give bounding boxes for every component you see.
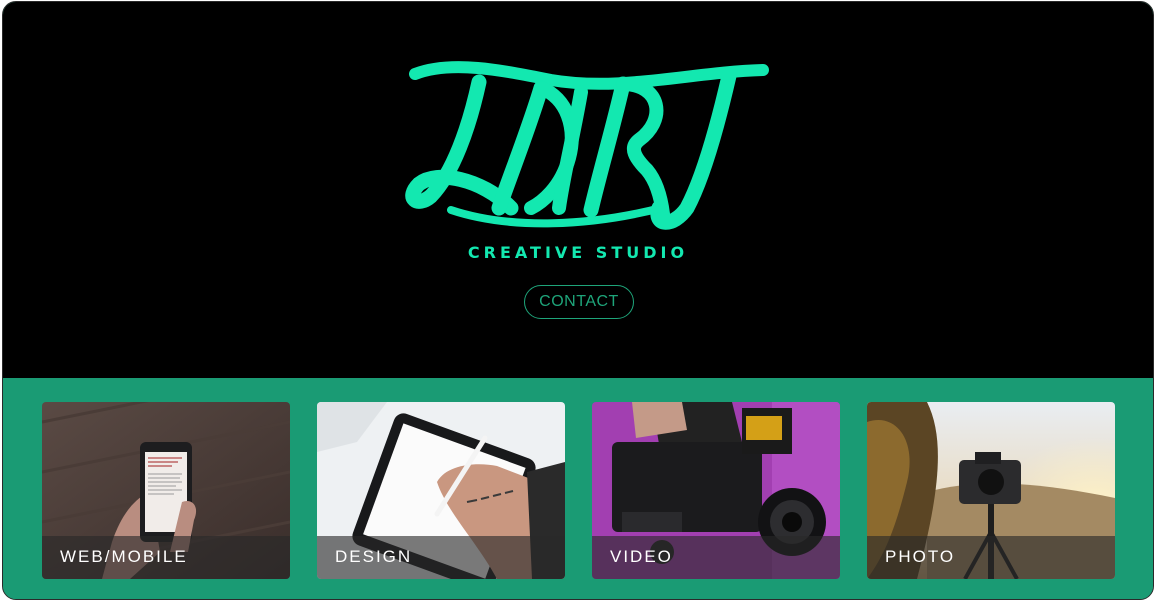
hero-section: CREATIVE STUDIO CONTACT	[3, 2, 1153, 378]
service-label: WEB/MOBILE	[60, 547, 188, 566]
tagline: CREATIVE STUDIO	[467, 243, 689, 262]
service-card-design[interactable]: DESIGN	[317, 402, 565, 579]
service-label: DESIGN	[335, 547, 413, 566]
service-label: PHOTO	[885, 547, 956, 566]
service-card-video[interactable]: VIDEO	[592, 402, 840, 579]
larj-logo	[405, 61, 769, 230]
service-label: VIDEO	[610, 547, 673, 566]
services-section: WEB/MOBILE DESIGN VIDEO PHOTO	[3, 378, 1153, 599]
contact-button[interactable]: CONTACT	[524, 285, 634, 319]
page-frame: CREATIVE STUDIO CONTACT WEB/MOBILE DESIG…	[2, 1, 1154, 600]
service-card-web-mobile[interactable]: WEB/MOBILE	[42, 402, 290, 579]
service-card-photo[interactable]: PHOTO	[867, 402, 1115, 579]
